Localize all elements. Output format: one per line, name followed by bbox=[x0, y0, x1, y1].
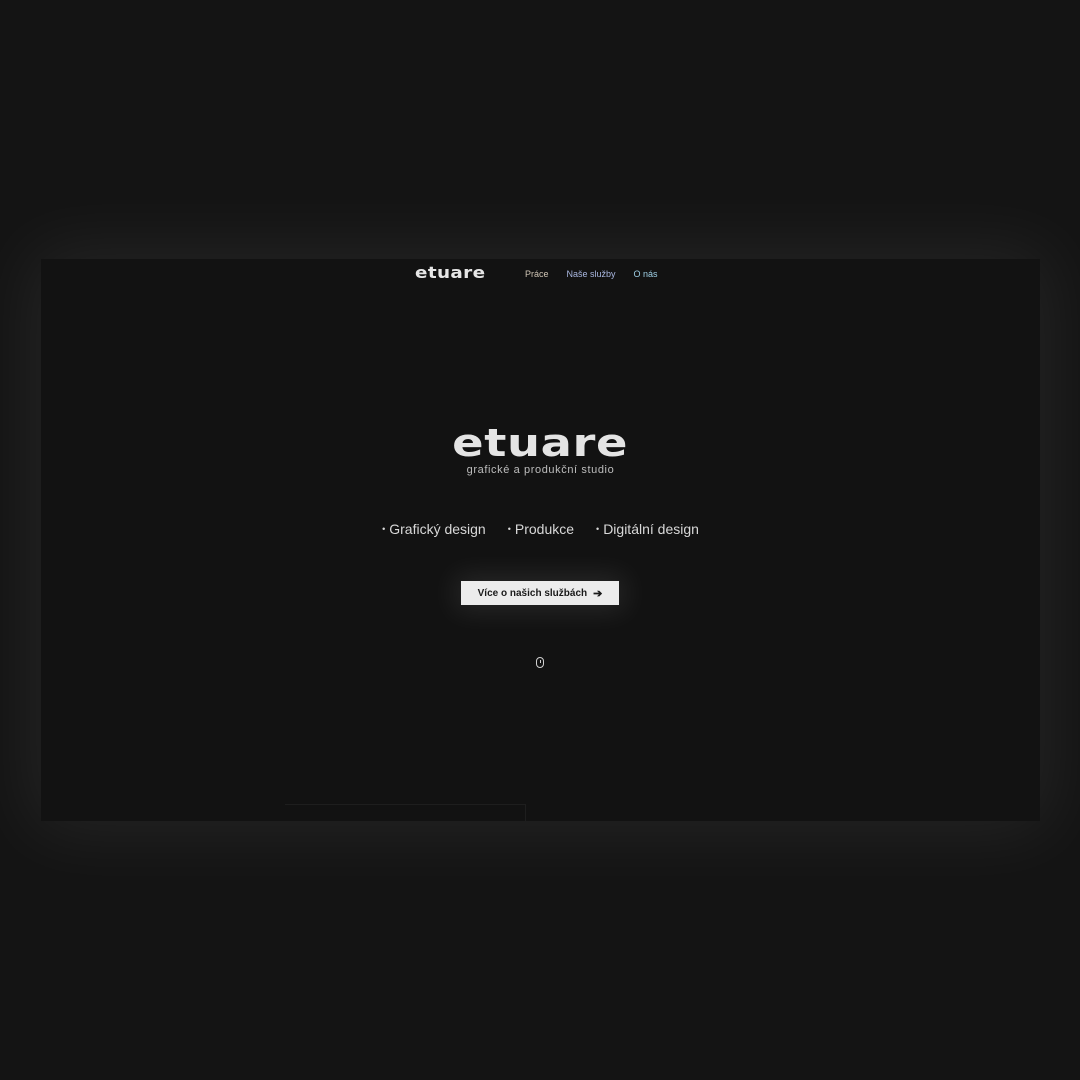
nav-link-o-nas[interactable]: O nás bbox=[634, 269, 658, 279]
top-navigation: etuare Práce Naše služby O nás bbox=[41, 259, 1040, 289]
hero-subtitle: grafické a produkční studio bbox=[466, 464, 615, 476]
service-label: Produkce bbox=[514, 521, 575, 537]
nav-logo[interactable]: etuare bbox=[415, 263, 485, 282]
mouse-scroll-icon[interactable] bbox=[536, 657, 544, 668]
bullet-icon: • bbox=[596, 524, 600, 534]
mouse-wheel bbox=[539, 660, 541, 663]
website-frame: etuare Práce Naše služby O nás etuare gr… bbox=[41, 259, 1040, 821]
nav-link-prace[interactable]: Práce bbox=[525, 269, 549, 279]
hero-title: etuare bbox=[452, 421, 629, 465]
services-list: • Grafický design • Produkce • Digitální de… bbox=[41, 521, 1040, 537]
nav-links: Práce Naše služby O nás bbox=[525, 269, 658, 279]
service-item-digitalni-design: • Digitální design bbox=[596, 521, 699, 537]
divider bbox=[285, 804, 526, 821]
bullet-icon: • bbox=[507, 524, 511, 534]
service-item-graficky-design: • Grafický design bbox=[382, 521, 486, 537]
more-services-button[interactable]: Více o našich službách ➔ bbox=[461, 581, 619, 605]
bullet-icon: • bbox=[382, 524, 386, 534]
service-item-produkce: • Produkce bbox=[508, 521, 574, 537]
nav-link-nase-sluzby[interactable]: Naše služby bbox=[567, 269, 616, 279]
service-label: Digitální design bbox=[603, 521, 699, 537]
hero-logo: etuare bbox=[41, 423, 1040, 463]
service-label: Grafický design bbox=[389, 521, 486, 537]
cta-label: Více o našich službách bbox=[477, 587, 588, 599]
arrow-right-icon: ➔ bbox=[593, 587, 603, 600]
